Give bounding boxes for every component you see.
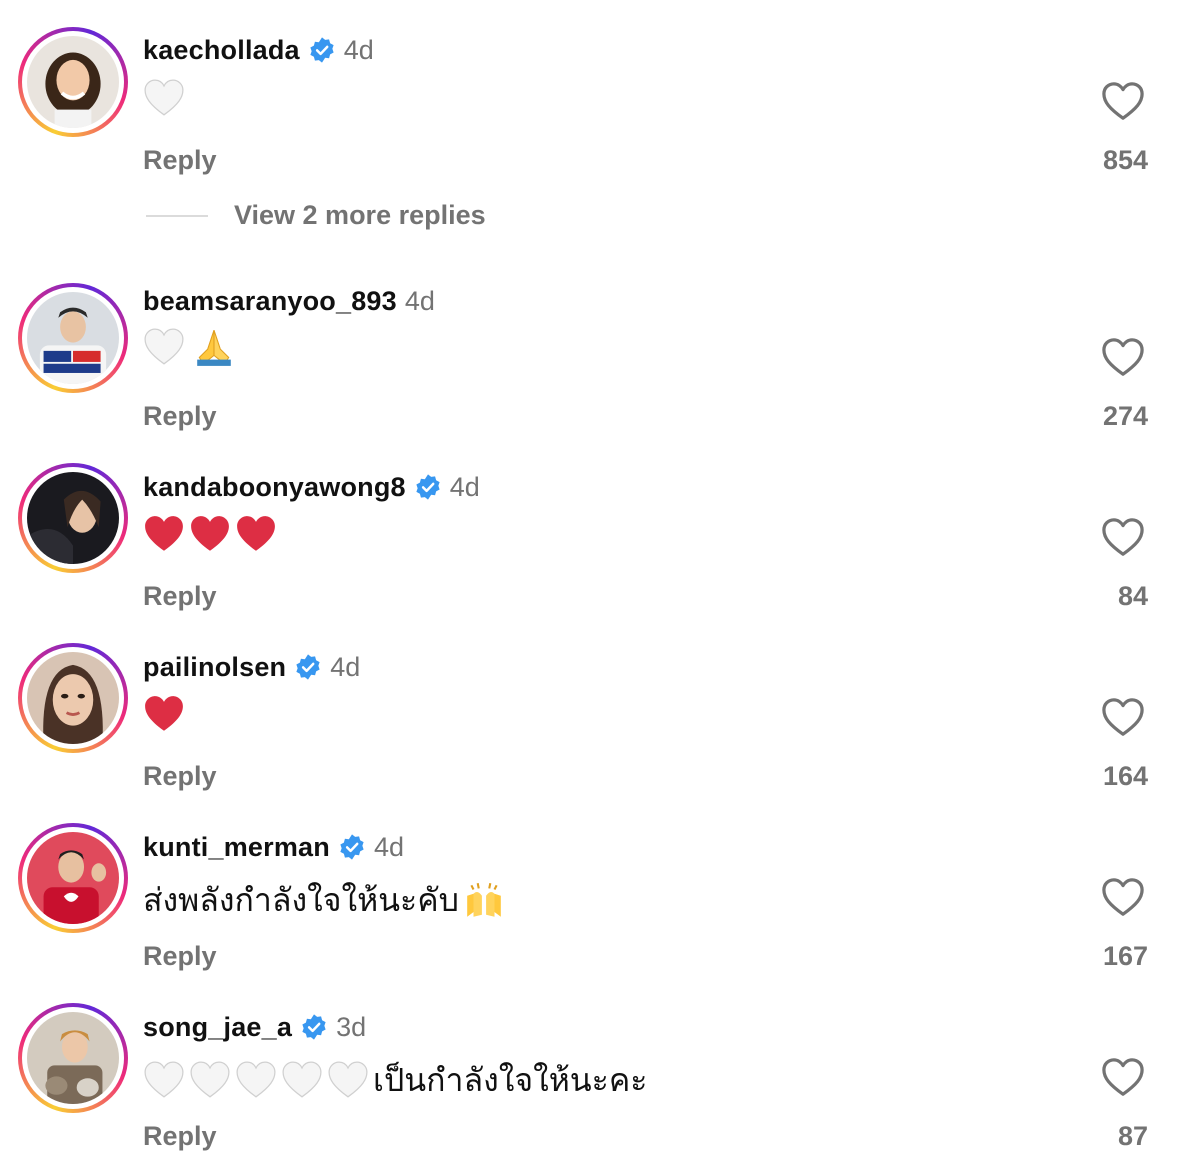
red-heart-icon	[145, 516, 183, 551]
reply-button[interactable]: Reply	[143, 761, 217, 792]
timestamp: 4d	[373, 831, 405, 862]
like-count: 167	[1102, 941, 1148, 971]
avatar[interactable]	[18, 1003, 128, 1113]
reply-button[interactable]: Reply	[143, 401, 217, 432]
like-count: 87	[1117, 1121, 1148, 1151]
like-heart-icon[interactable]	[1100, 516, 1146, 558]
comment-text	[143, 690, 189, 738]
comment-header: beamsaranyoo_893 4d	[143, 284, 435, 318]
timestamp: 4d	[404, 285, 435, 316]
comment-text: ส่งพลังกำลังใจให้นะคับ	[143, 876, 505, 924]
like-heart-icon[interactable]	[1100, 696, 1146, 738]
username[interactable]: kaechollada	[143, 35, 300, 66]
white-heart-icon	[236, 1061, 276, 1098]
view-more-replies[interactable]: View 2 more replies	[146, 200, 486, 231]
reply-button[interactable]: Reply	[143, 145, 217, 176]
verified-badge-icon	[302, 1014, 326, 1040]
avatar[interactable]	[18, 283, 128, 393]
divider	[146, 214, 208, 217]
white-heart-icon	[282, 1061, 322, 1098]
username[interactable]: pailinolsen	[143, 652, 286, 683]
verified-badge-icon	[416, 474, 440, 500]
like-count: 84	[1117, 581, 1148, 611]
username[interactable]: kandaboonyawong8	[143, 472, 406, 503]
comment-header: song_jae_a 3d	[143, 1010, 366, 1044]
avatar[interactable]	[18, 643, 128, 753]
view-replies-label[interactable]: View 2 more replies	[234, 200, 486, 231]
comment-text	[143, 510, 281, 558]
timestamp: 4d	[449, 471, 480, 502]
comment-body: ส่งพลังกำลังใจให้นะคับ	[143, 881, 459, 918]
comment-body: เป็นกำลังใจให้นะคะ	[373, 1061, 648, 1098]
white-heart-icon	[190, 1061, 230, 1098]
verified-badge-icon	[310, 37, 334, 63]
reply-button[interactable]: Reply	[143, 581, 217, 612]
like-heart-icon[interactable]	[1100, 1056, 1146, 1098]
red-heart-icon	[145, 696, 183, 731]
avatar[interactable]	[18, 463, 128, 573]
like-heart-icon[interactable]	[1100, 876, 1146, 918]
like-count: 164	[1102, 761, 1148, 791]
reply-button[interactable]: Reply	[143, 1121, 217, 1152]
avatar[interactable]	[18, 823, 128, 933]
like-count: 274	[1102, 401, 1148, 431]
comment-header: kaechollada 4d	[143, 33, 374, 67]
verified-badge-icon	[340, 834, 364, 860]
like-heart-icon[interactable]	[1100, 80, 1146, 122]
reply-button[interactable]: Reply	[143, 941, 217, 972]
red-heart-icon	[237, 516, 275, 551]
username[interactable]: kunti_merman	[143, 832, 330, 863]
verified-badge-icon	[296, 654, 320, 680]
comment-header: kandaboonyawong8 4d	[143, 470, 480, 504]
timestamp: 4d	[330, 651, 361, 682]
white-heart-icon	[144, 79, 184, 116]
timestamp: 4d	[343, 34, 374, 65]
raising-hands-icon	[467, 882, 501, 917]
comment-header: pailinolsen 4d	[143, 650, 360, 684]
red-heart-icon	[191, 516, 229, 551]
white-heart-icon	[144, 1061, 184, 1098]
avatar[interactable]	[18, 27, 128, 137]
white-heart-icon	[144, 328, 184, 365]
white-heart-icon	[328, 1061, 368, 1098]
username[interactable]: beamsaranyoo_893	[143, 286, 397, 317]
folded-hands-icon	[197, 330, 231, 366]
comment-text	[143, 323, 235, 371]
like-count: 854	[1102, 145, 1148, 175]
comment-text: เป็นกำลังใจให้นะคะ	[143, 1056, 647, 1104]
comment-text	[143, 74, 189, 122]
like-heart-icon[interactable]	[1100, 336, 1146, 378]
timestamp: 3d	[336, 1011, 367, 1042]
comment-header: kunti_merman 4d	[143, 830, 404, 864]
username[interactable]: song_jae_a	[143, 1012, 292, 1043]
